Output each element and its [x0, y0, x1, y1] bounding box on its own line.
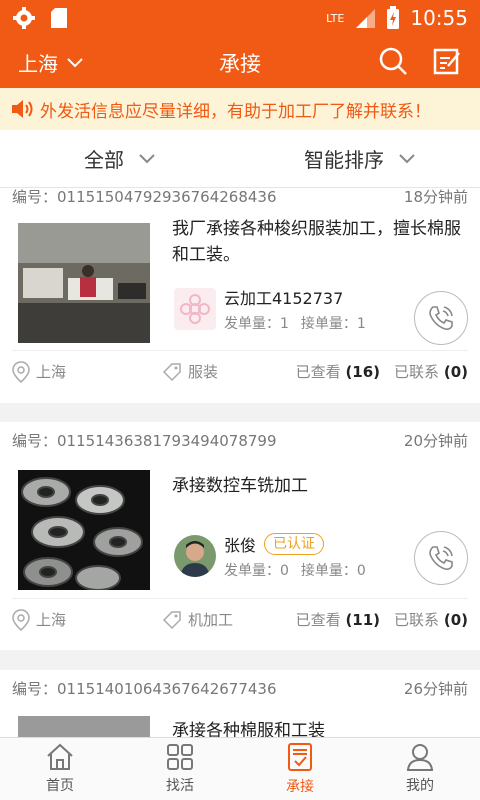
card-header: 编号：01151436381793494078799 20分钟前	[12, 431, 468, 450]
location-icon	[12, 608, 30, 631]
battery-icon	[387, 6, 400, 29]
location-icon	[12, 360, 30, 383]
take-count: 1	[356, 316, 366, 332]
signal-icon	[356, 9, 376, 28]
filter-sort-label: 智能排序	[304, 148, 384, 172]
city-label: 上海	[18, 52, 58, 76]
card-footer: 上海 机加工 已查看 (11) 已联系 (0)	[12, 598, 468, 640]
card-footer: 上海 服装 已查看 (16) 已联系 (0)	[12, 350, 468, 392]
clipboard-icon	[288, 743, 312, 771]
search-icon[interactable]	[378, 46, 408, 76]
job-card[interactable]: 编号：01151504792936764268436 18分钟前 我厂承接各种梭…	[0, 188, 480, 403]
poster-name: 云加工4152737	[224, 289, 344, 308]
job-category: 机加工	[188, 611, 234, 629]
tab-label: 首页	[46, 778, 74, 794]
sd-card-icon	[51, 8, 67, 28]
person-icon	[406, 744, 434, 771]
avatar	[174, 535, 216, 577]
contacted-count: (0)	[443, 363, 468, 381]
job-id: 01151436381793494078799	[57, 431, 277, 450]
poster-name: 张俊	[224, 536, 257, 555]
avatar	[174, 288, 216, 330]
job-list: 编号：01151504792936764268436 18分钟前 我厂承接各种梭…	[0, 188, 480, 737]
card-header: 编号：01151401064367642677436 26分钟前	[12, 679, 468, 698]
poster-info: 云加工4152737 发单量：1 接单量：1	[174, 285, 366, 333]
take-count: 0	[356, 563, 366, 579]
speaker-icon	[12, 100, 33, 118]
post-time: 20分钟前	[403, 431, 468, 450]
viewed-count: (16)	[345, 363, 381, 381]
machined-parts-photo	[18, 470, 150, 590]
job-card[interactable]: 编号：01151436381793494078799 20分钟前 承接数控车铣加…	[0, 422, 480, 650]
clock: 10:55	[410, 6, 468, 30]
tab-label: 找活	[166, 778, 194, 794]
grid-icon	[167, 744, 193, 770]
job-card[interactable]: 编号：01151401064367642677436 26分钟前 承接各种棉服和…	[0, 670, 480, 737]
factory-photo	[18, 716, 150, 737]
poster-info: 张俊 已认证 发单量：0 接单量：0	[174, 532, 366, 580]
call-button[interactable]	[414, 291, 468, 345]
edit-icon[interactable]	[432, 46, 462, 76]
status-bar: LTE 10:55	[0, 0, 480, 36]
chevron-down-icon	[67, 57, 83, 67]
tag-icon	[162, 610, 181, 629]
phone-icon	[429, 546, 453, 570]
post-time: 18分钟前	[403, 188, 468, 206]
job-id: 01151504792936764268436	[57, 188, 277, 206]
tab-mine[interactable]: 我的	[360, 738, 480, 800]
gear-icon	[13, 7, 35, 29]
filter-all[interactable]: 全部	[0, 130, 240, 187]
tab-label: 我的	[406, 778, 434, 794]
card-header: 编号：01151504792936764268436 18分钟前	[0, 188, 480, 214]
tag-icon	[162, 362, 181, 381]
viewed-count: (11)	[345, 611, 381, 629]
verified-badge: 已认证	[264, 533, 325, 555]
notice-text: 外发活信息应尽量详细，有助于加工厂了解并联系！	[40, 101, 431, 122]
notice-banner: 外发活信息应尽量详细，有助于加工厂了解并联系！	[0, 88, 480, 130]
factory-photo	[18, 223, 150, 343]
phone-icon	[429, 306, 453, 330]
job-description: 承接数控车铣加工	[172, 476, 308, 496]
network-type: LTE	[326, 11, 345, 25]
job-description: 我厂承接各种梭织服装加工，擅长棉服和工装。	[172, 219, 461, 265]
order-count: 0	[280, 563, 289, 579]
filter-sort[interactable]: 智能排序	[240, 130, 480, 187]
tab-home[interactable]: 首页	[0, 738, 120, 800]
chevron-down-icon	[399, 153, 415, 163]
job-location: 上海	[36, 611, 67, 629]
app-bar: 上海 承接	[0, 36, 480, 88]
job-location: 上海	[36, 363, 67, 381]
filter-bar: 全部 智能排序	[0, 130, 480, 188]
chevron-down-icon	[139, 153, 155, 163]
contacted-count: (0)	[443, 611, 468, 629]
bottom-tab-bar: 首页 找活 承接 我的	[0, 737, 480, 800]
job-id: 01151401064367642677436	[57, 679, 277, 698]
tab-find-work[interactable]: 找活	[120, 738, 240, 800]
tab-label: 承接	[286, 779, 314, 795]
call-button[interactable]	[414, 531, 468, 585]
job-category: 服装	[188, 363, 219, 381]
order-count: 1	[280, 316, 289, 332]
job-description: 承接各种棉服和工装	[172, 721, 325, 737]
city-selector[interactable]: 上海	[18, 48, 84, 77]
post-time: 26分钟前	[403, 679, 468, 698]
filter-all-label: 全部	[84, 148, 124, 172]
tab-accept[interactable]: 承接	[240, 738, 360, 800]
home-icon	[47, 743, 73, 770]
